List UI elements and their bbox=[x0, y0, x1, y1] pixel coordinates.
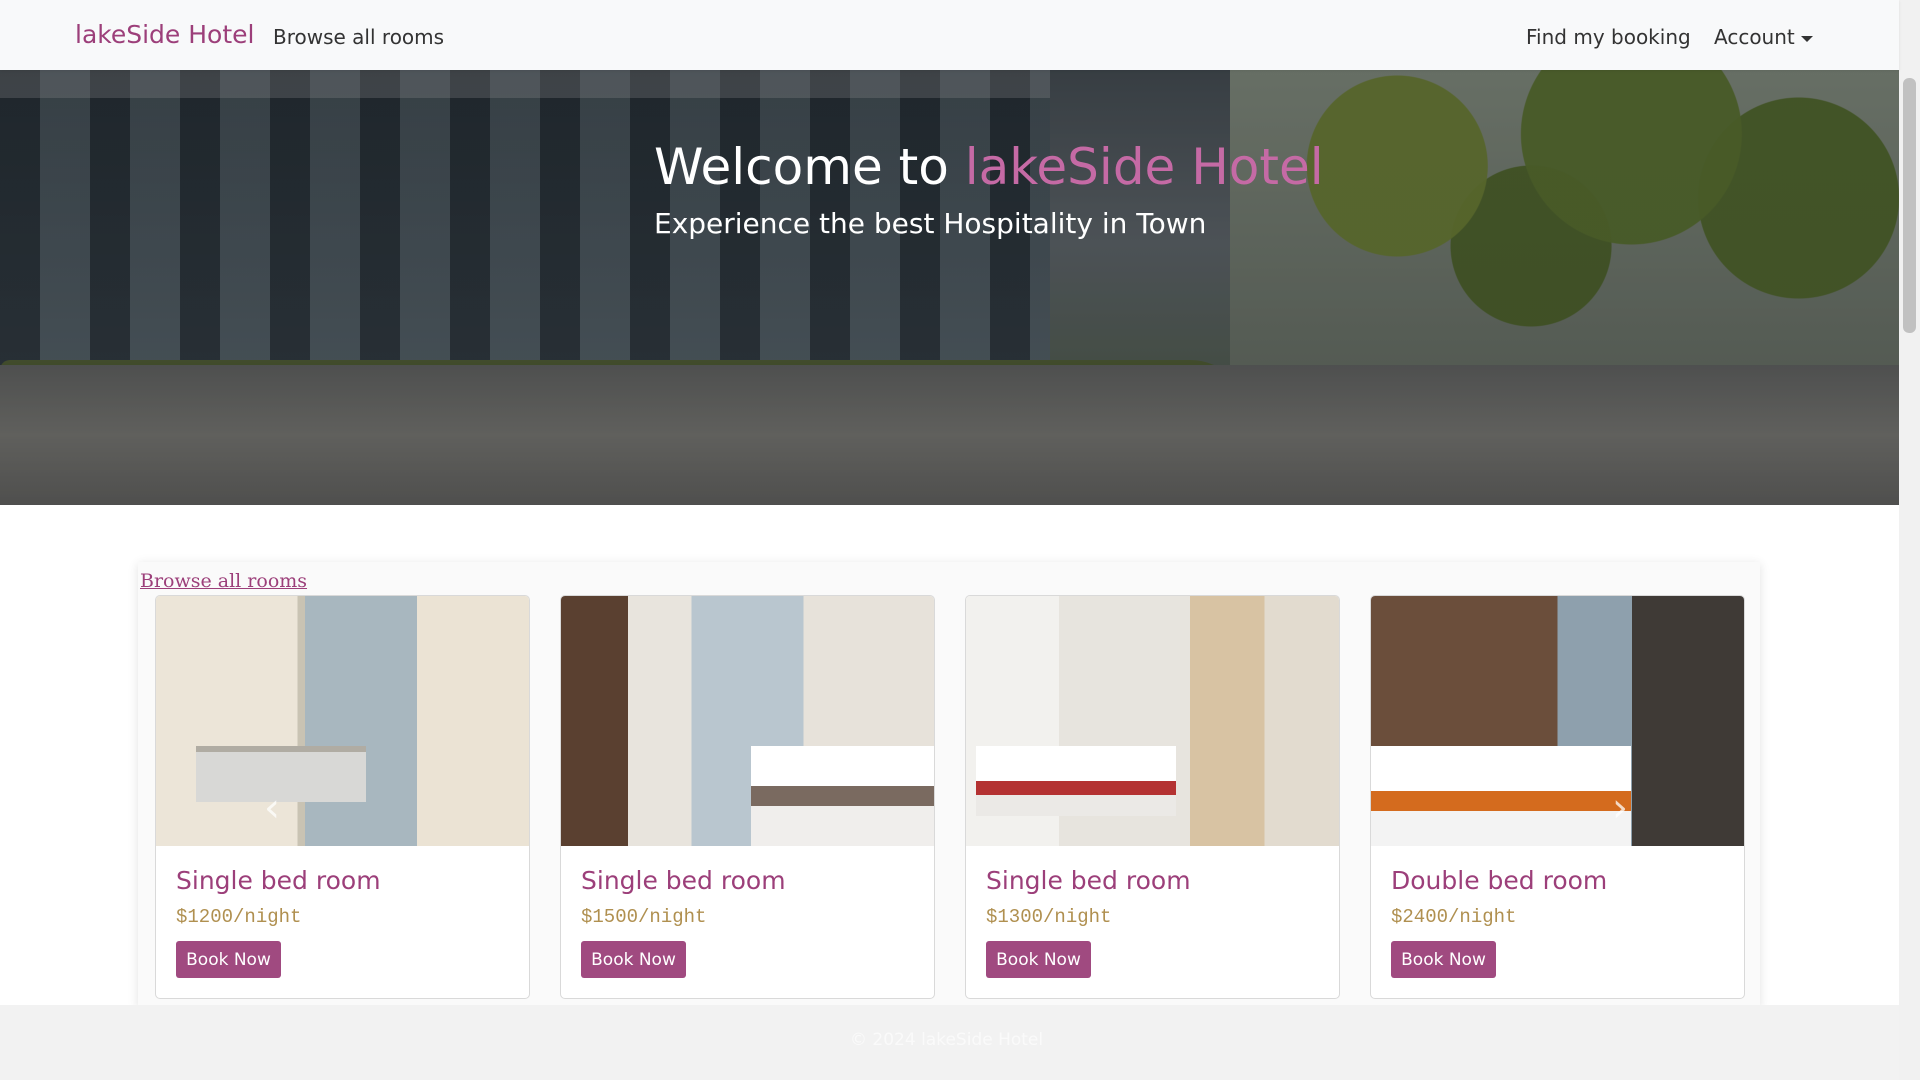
footer: © 2024 lakeSide Hotel bbox=[0, 1005, 1899, 1080]
chevron-right-icon[interactable]: › bbox=[1612, 785, 1628, 831]
room-image bbox=[1371, 596, 1744, 846]
hero-title-accent: lakeSide Hotel bbox=[964, 138, 1324, 196]
brand-logo-link[interactable]: lakeSide Hotel bbox=[75, 20, 254, 49]
room-card: Single bed room $1500/night Book Now bbox=[560, 595, 935, 999]
room-card: Single bed room $1300/night Book Now bbox=[965, 595, 1340, 999]
caret-down-icon bbox=[1800, 35, 1813, 42]
room-title: Single bed room bbox=[986, 866, 1191, 895]
scrollbar-thumb[interactable] bbox=[1903, 78, 1916, 333]
hero-overlay bbox=[0, 70, 1899, 505]
book-now-button[interactable]: Book Now bbox=[581, 941, 686, 978]
nav-browse-all-rooms[interactable]: Browse all rooms bbox=[273, 25, 444, 49]
nav-account-dropdown[interactable]: Account bbox=[1714, 25, 1813, 49]
book-now-button[interactable]: Book Now bbox=[986, 941, 1091, 978]
room-title: Double bed room bbox=[1391, 866, 1608, 895]
navbar: lakeSide Hotel Browse all rooms Find my … bbox=[0, 0, 1899, 70]
room-image bbox=[966, 596, 1339, 846]
hero-title-prefix: Welcome to bbox=[654, 138, 949, 196]
book-now-button[interactable]: Book Now bbox=[176, 941, 281, 978]
hero-subtitle: Experience the best Hospitality in Town bbox=[654, 207, 1207, 240]
room-card: Single bed room $1200/night Book Now bbox=[155, 595, 530, 999]
room-price: $1500/night bbox=[581, 906, 707, 928]
footer-copyright: © 2024 lakeSide Hotel bbox=[850, 1030, 1044, 1050]
chevron-left-icon[interactable]: ‹ bbox=[264, 785, 280, 831]
room-card: Double bed room $2400/night Book Now bbox=[1370, 595, 1745, 999]
room-title: Single bed room bbox=[176, 866, 381, 895]
page-scrollbar[interactable] bbox=[1899, 0, 1920, 1080]
nav-find-my-booking[interactable]: Find my booking bbox=[1526, 25, 1691, 49]
room-price: $1200/night bbox=[176, 906, 302, 928]
hero-title: Welcome to lakeSide Hotel bbox=[654, 138, 1324, 196]
account-label: Account bbox=[1714, 25, 1795, 49]
room-price: $2400/night bbox=[1391, 906, 1517, 928]
room-price: $1300/night bbox=[986, 906, 1112, 928]
room-image bbox=[561, 596, 934, 846]
room-title: Single bed room bbox=[581, 866, 786, 895]
hero-banner: Welcome to lakeSide Hotel Experience the… bbox=[0, 70, 1899, 505]
book-now-button[interactable]: Book Now bbox=[1391, 941, 1496, 978]
room-image bbox=[156, 596, 529, 846]
browse-all-rooms-link[interactable]: Browse all rooms bbox=[140, 570, 307, 592]
